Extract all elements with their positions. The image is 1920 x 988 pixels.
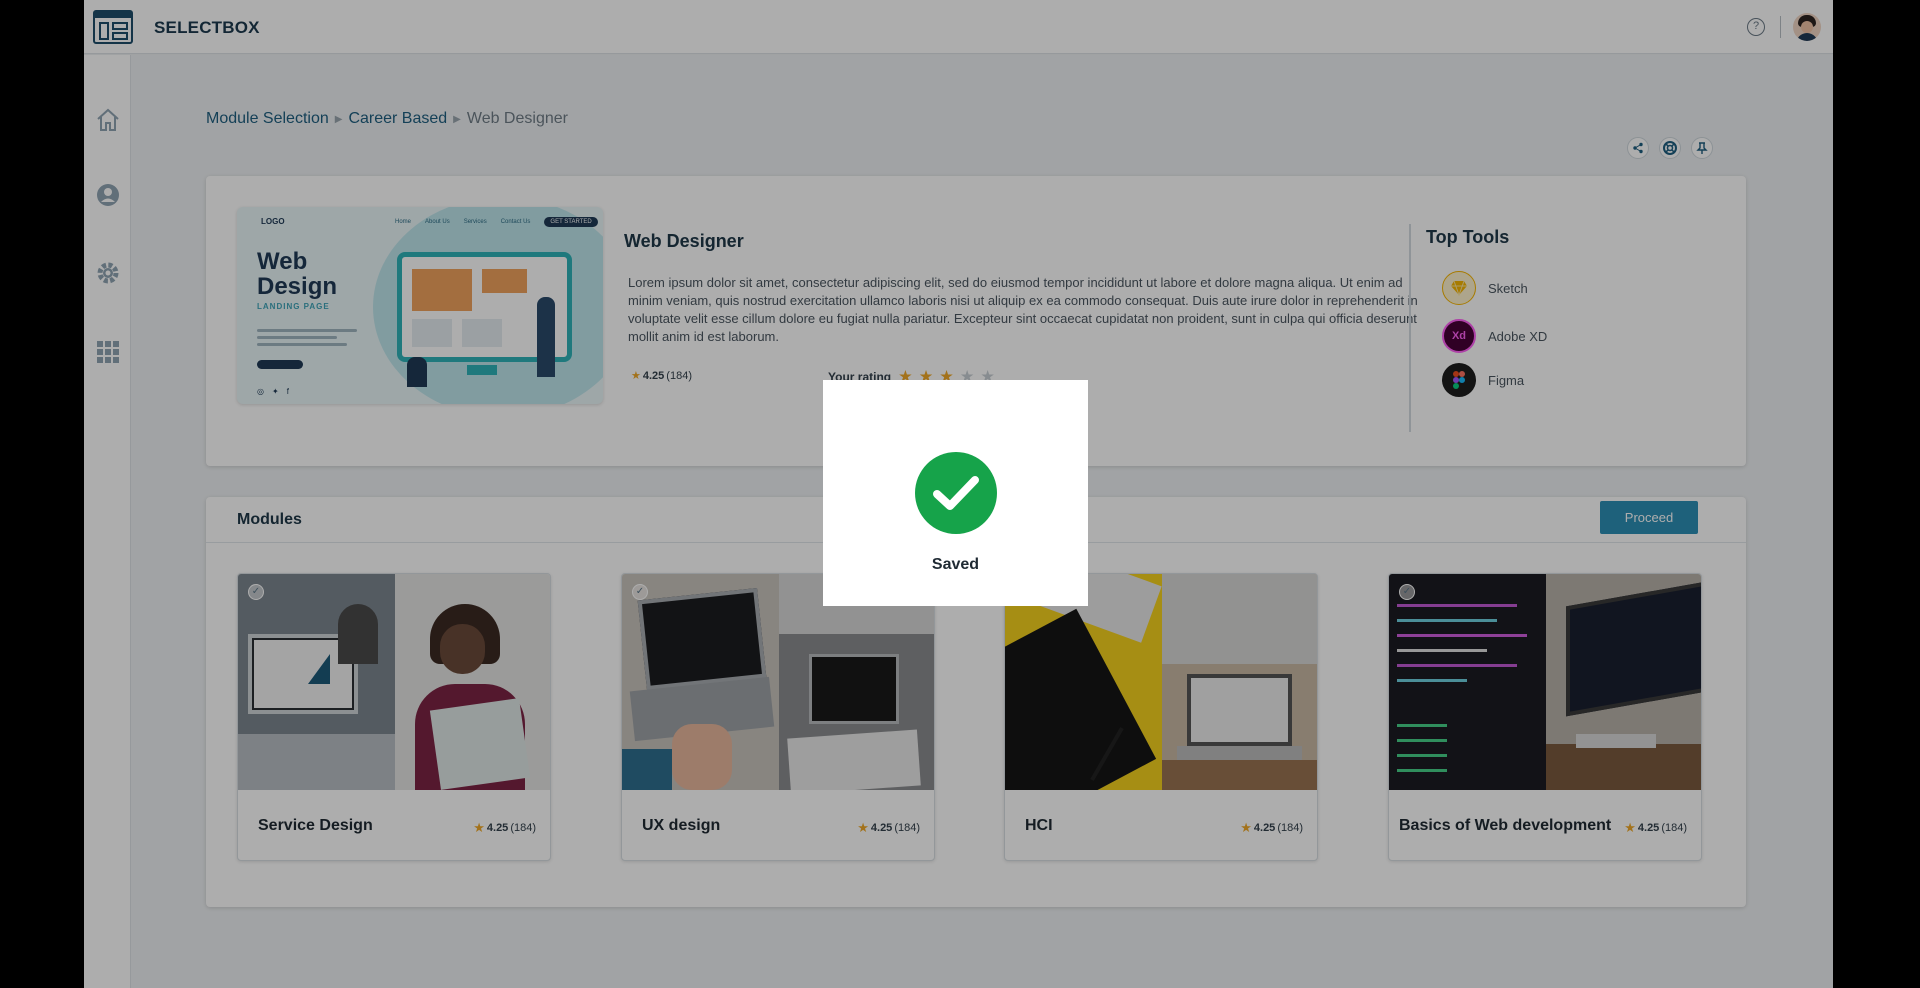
saved-dialog: Saved — [823, 380, 1088, 606]
saved-label: Saved — [931, 556, 980, 573]
check-icon — [915, 452, 997, 534]
